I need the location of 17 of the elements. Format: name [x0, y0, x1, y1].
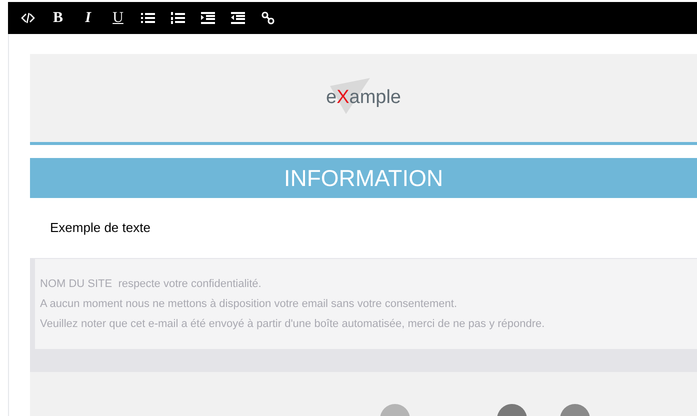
underline-button[interactable]: U — [110, 8, 126, 28]
italic-button[interactable]: I — [80, 8, 96, 28]
banner-title: INFORMATION — [284, 164, 444, 193]
bold-button[interactable]: B — [50, 8, 66, 28]
logo-text: e — [326, 86, 337, 108]
bulleted-list-icon — [141, 11, 155, 25]
notice-text: Veuillez noter que cet e-mail a été envoyé à partir d'une boîte automatisée, merci de ne pas y répondre. — [40, 317, 546, 331]
body-text: Exemple de texte — [50, 219, 150, 238]
link-icon — [261, 11, 275, 25]
logo-text: ample — [349, 86, 401, 108]
indent-icon — [201, 11, 215, 25]
logo-text: X — [336, 86, 350, 108]
outdent-icon — [231, 11, 245, 25]
notice-text: A aucun moment nous ne mettons à disposition votre email sans votre consentement. — [40, 297, 458, 311]
numbered-list-icon — [171, 11, 185, 25]
notice-text: NOM DU SITE respecte votre confidentialité. — [40, 277, 262, 291]
code-icon — [21, 11, 35, 25]
